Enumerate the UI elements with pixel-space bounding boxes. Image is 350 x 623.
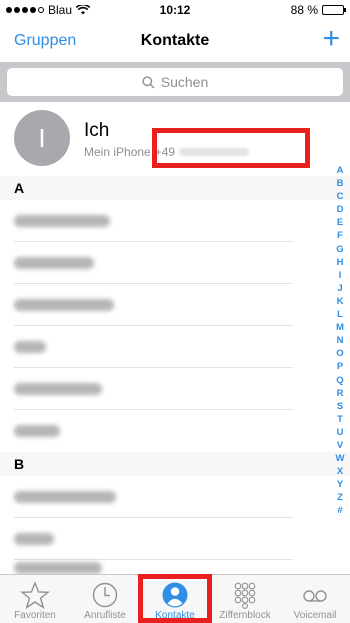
- index-letter[interactable]: P: [337, 360, 343, 373]
- index-letter[interactable]: S: [337, 400, 343, 413]
- contact-row[interactable]: [0, 410, 335, 452]
- contact-row[interactable]: [0, 200, 335, 242]
- contact-row[interactable]: [0, 476, 335, 518]
- star-icon: [20, 581, 50, 609]
- index-letter[interactable]: O: [336, 347, 343, 360]
- index-letter[interactable]: T: [337, 413, 343, 426]
- index-letter[interactable]: K: [337, 295, 344, 308]
- voicemail-icon: [303, 590, 327, 602]
- status-right: 88 %: [290, 3, 346, 17]
- index-letter[interactable]: J: [337, 282, 342, 295]
- index-letter[interactable]: W: [336, 452, 345, 465]
- index-letter[interactable]: H: [337, 256, 344, 269]
- index-letter[interactable]: #: [337, 504, 342, 517]
- tab-label: Anrufliste: [84, 610, 126, 621]
- index-letter[interactable]: D: [337, 203, 344, 216]
- tab-recents[interactable]: Anrufliste: [70, 575, 140, 623]
- index-letter[interactable]: C: [337, 190, 344, 203]
- index-letter[interactable]: R: [337, 387, 344, 400]
- redacted-contact-name: [14, 562, 102, 574]
- contact-row[interactable]: [0, 518, 335, 560]
- contact-row[interactable]: [0, 326, 335, 368]
- index-letter[interactable]: N: [337, 334, 344, 347]
- contact-row[interactable]: [0, 368, 335, 410]
- tab-label: Favoriten: [14, 610, 56, 621]
- redacted-contact-name: [14, 257, 94, 269]
- navigation-bar: Gruppen Kontakte +: [0, 20, 350, 62]
- device-label: Mein iPhone: [84, 145, 151, 159]
- add-contact-button[interactable]: +: [322, 24, 340, 54]
- search-input[interactable]: Suchen: [7, 68, 343, 96]
- index-letter[interactable]: Z: [337, 491, 343, 504]
- search-placeholder: Suchen: [160, 74, 209, 90]
- section-header-b: B: [0, 452, 350, 476]
- redacted-contact-name: [14, 215, 110, 227]
- tab-label: Voicemail: [293, 610, 337, 621]
- index-letter[interactable]: L: [337, 308, 343, 321]
- tab-favorites[interactable]: Favoriten: [0, 575, 70, 623]
- redacted-contact-name: [14, 299, 114, 311]
- clock-icon: [92, 582, 118, 608]
- index-letter[interactable]: M: [336, 321, 344, 334]
- index-letter[interactable]: B: [337, 177, 344, 190]
- redacted-contact-name: [14, 491, 116, 503]
- index-letter[interactable]: U: [337, 426, 344, 439]
- index-letter[interactable]: A: [337, 164, 344, 177]
- redacted-contact-name: [14, 341, 46, 353]
- index-letter[interactable]: Y: [337, 478, 343, 491]
- alphabet-index[interactable]: A B C D E F G H I J K L M N O P Q R S T U V W X Y Z #: [334, 164, 346, 518]
- redacted-contact-name: [14, 425, 60, 437]
- contact-row[interactable]: [0, 556, 335, 574]
- index-letter[interactable]: Q: [336, 374, 343, 387]
- battery-icon: [322, 5, 346, 15]
- contact-row[interactable]: [0, 284, 335, 326]
- index-letter[interactable]: I: [339, 269, 342, 282]
- status-bar: Blau 10:12 88 %: [0, 0, 350, 20]
- contact-row[interactable]: [0, 242, 335, 284]
- my-name: Ich: [84, 120, 110, 141]
- tab-label: Ziffernblock: [219, 610, 271, 621]
- page-title: Kontakte: [140, 32, 210, 49]
- redacted-contact-name: [14, 383, 102, 395]
- index-letter[interactable]: X: [337, 465, 343, 478]
- section-header-a: A: [0, 176, 350, 200]
- contacts-tab-highlight: [138, 574, 212, 623]
- tab-voicemail[interactable]: Voicemail: [280, 575, 350, 623]
- search-bar: Suchen: [0, 62, 350, 102]
- index-letter[interactable]: E: [337, 216, 343, 229]
- index-letter[interactable]: V: [337, 439, 343, 452]
- index-letter[interactable]: G: [336, 243, 343, 256]
- index-letter[interactable]: F: [337, 229, 343, 242]
- tab-keypad[interactable]: Ziffernblock: [210, 575, 280, 623]
- redacted-contact-name: [14, 533, 54, 545]
- battery-percent: 88 %: [290, 3, 318, 17]
- keypad-icon: [234, 582, 256, 609]
- phone-number-highlight: [152, 128, 310, 168]
- avatar: I: [14, 110, 70, 166]
- search-icon: [142, 75, 155, 88]
